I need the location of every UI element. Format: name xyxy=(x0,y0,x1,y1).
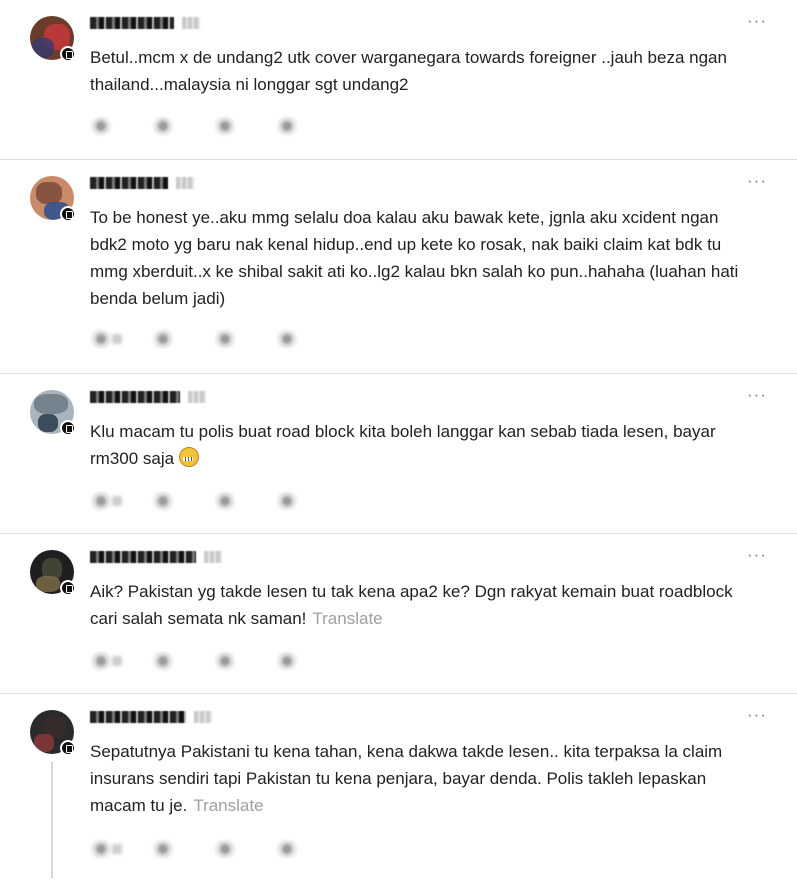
username[interactable] xyxy=(90,710,212,724)
timestamp xyxy=(182,17,200,29)
thread-line xyxy=(51,762,53,878)
reply-button[interactable] xyxy=(152,117,214,137)
username[interactable] xyxy=(90,176,194,190)
comment-text-content: Aik? Pakistan yg takde lesen tu tak kena… xyxy=(90,582,733,628)
comment-icon xyxy=(152,840,174,858)
reply-button[interactable] xyxy=(152,330,214,350)
like-count xyxy=(112,496,122,506)
like-button[interactable] xyxy=(90,117,152,137)
follow-badge-icon[interactable] xyxy=(60,206,76,222)
username-redacted xyxy=(90,17,174,29)
more-horizontal-icon[interactable]: ··· xyxy=(747,706,767,723)
share-button[interactable] xyxy=(276,492,338,512)
grimacing-face-icon xyxy=(178,447,199,467)
comment-item: ··· Aik? Pakistan yg takde lesen tu tak … xyxy=(0,534,797,694)
comment-item: ··· Sepatutnya Pakistani tu kena tahan, … xyxy=(0,694,797,880)
username-redacted xyxy=(90,711,186,723)
comment-item: ··· Klu macam tu polis buat road block k… xyxy=(0,374,797,534)
share-button[interactable] xyxy=(276,117,338,137)
share-button[interactable] xyxy=(276,652,338,672)
like-count xyxy=(112,656,122,666)
action-bar xyxy=(90,330,338,350)
timestamp xyxy=(188,391,206,403)
comment-text: Aik? Pakistan yg takde lesen tu tak kena… xyxy=(90,578,757,632)
heart-icon xyxy=(90,117,112,135)
repost-icon xyxy=(214,330,236,348)
username-redacted xyxy=(90,177,168,189)
repost-icon xyxy=(214,840,236,858)
more-horizontal-icon[interactable]: ··· xyxy=(747,172,767,189)
comment-text-content: Betul..mcm x de undang2 utk cover wargan… xyxy=(90,48,727,94)
username[interactable] xyxy=(90,16,200,30)
repost-icon xyxy=(214,117,236,135)
repost-icon xyxy=(214,492,236,510)
repost-button[interactable] xyxy=(214,840,276,860)
heart-icon xyxy=(90,652,112,670)
like-button[interactable] xyxy=(90,652,152,672)
timestamp xyxy=(204,551,222,563)
username[interactable] xyxy=(90,390,206,404)
repost-button[interactable] xyxy=(214,652,276,672)
action-bar xyxy=(90,492,338,512)
comment-icon xyxy=(152,330,174,348)
share-icon xyxy=(276,330,298,348)
heart-icon xyxy=(90,840,112,858)
follow-badge-icon[interactable] xyxy=(60,580,76,596)
share-button[interactable] xyxy=(276,330,338,350)
repost-icon xyxy=(214,652,236,670)
comment-text-content: Sepatutnya Pakistani tu kena tahan, kena… xyxy=(90,742,723,815)
share-icon xyxy=(276,840,298,858)
timestamp xyxy=(194,711,212,723)
reply-button[interactable] xyxy=(152,492,214,512)
heart-icon xyxy=(90,492,112,510)
comment-item: ··· To be honest ye..aku mmg selalu doa … xyxy=(0,160,797,374)
comment-icon xyxy=(152,652,174,670)
follow-badge-icon[interactable] xyxy=(60,740,76,756)
username[interactable] xyxy=(90,550,222,564)
action-bar xyxy=(90,652,338,672)
like-count xyxy=(112,844,122,854)
translate-link[interactable]: Translate xyxy=(312,609,382,628)
comment-text-content: To be honest ye..aku mmg selalu doa kala… xyxy=(90,208,739,308)
more-horizontal-icon[interactable]: ··· xyxy=(747,12,767,29)
follow-badge-icon[interactable] xyxy=(60,420,76,436)
action-bar xyxy=(90,840,338,860)
comment-icon xyxy=(152,492,174,510)
share-button[interactable] xyxy=(276,840,338,860)
share-icon xyxy=(276,117,298,135)
timestamp xyxy=(176,177,194,189)
share-icon xyxy=(276,492,298,510)
like-button[interactable] xyxy=(90,840,152,860)
reply-button[interactable] xyxy=(152,652,214,672)
repost-button[interactable] xyxy=(214,330,276,350)
heart-icon xyxy=(90,330,112,348)
comment-text: Klu macam tu polis buat road block kita … xyxy=(90,418,757,472)
comment-text: Betul..mcm x de undang2 utk cover wargan… xyxy=(90,44,757,98)
comment-text: Sepatutnya Pakistani tu kena tahan, kena… xyxy=(90,738,757,819)
comment-text: To be honest ye..aku mmg selalu doa kala… xyxy=(90,204,757,312)
comment-icon xyxy=(152,117,174,135)
like-button[interactable] xyxy=(90,492,152,512)
more-horizontal-icon[interactable]: ··· xyxy=(747,546,767,563)
username-redacted xyxy=(90,391,180,403)
more-horizontal-icon[interactable]: ··· xyxy=(747,386,767,403)
like-button[interactable] xyxy=(90,330,152,350)
username-redacted xyxy=(90,551,196,563)
translate-link[interactable]: Translate xyxy=(193,796,263,815)
repost-button[interactable] xyxy=(214,117,276,137)
comment-item: ··· Betul..mcm x de undang2 utk cover wa… xyxy=(0,0,797,160)
action-bar xyxy=(90,117,338,137)
share-icon xyxy=(276,652,298,670)
repost-button[interactable] xyxy=(214,492,276,512)
reply-button[interactable] xyxy=(152,840,214,860)
like-count xyxy=(112,334,122,344)
follow-badge-icon[interactable] xyxy=(60,46,76,62)
comment-feed: ··· Betul..mcm x de undang2 utk cover wa… xyxy=(0,0,797,880)
